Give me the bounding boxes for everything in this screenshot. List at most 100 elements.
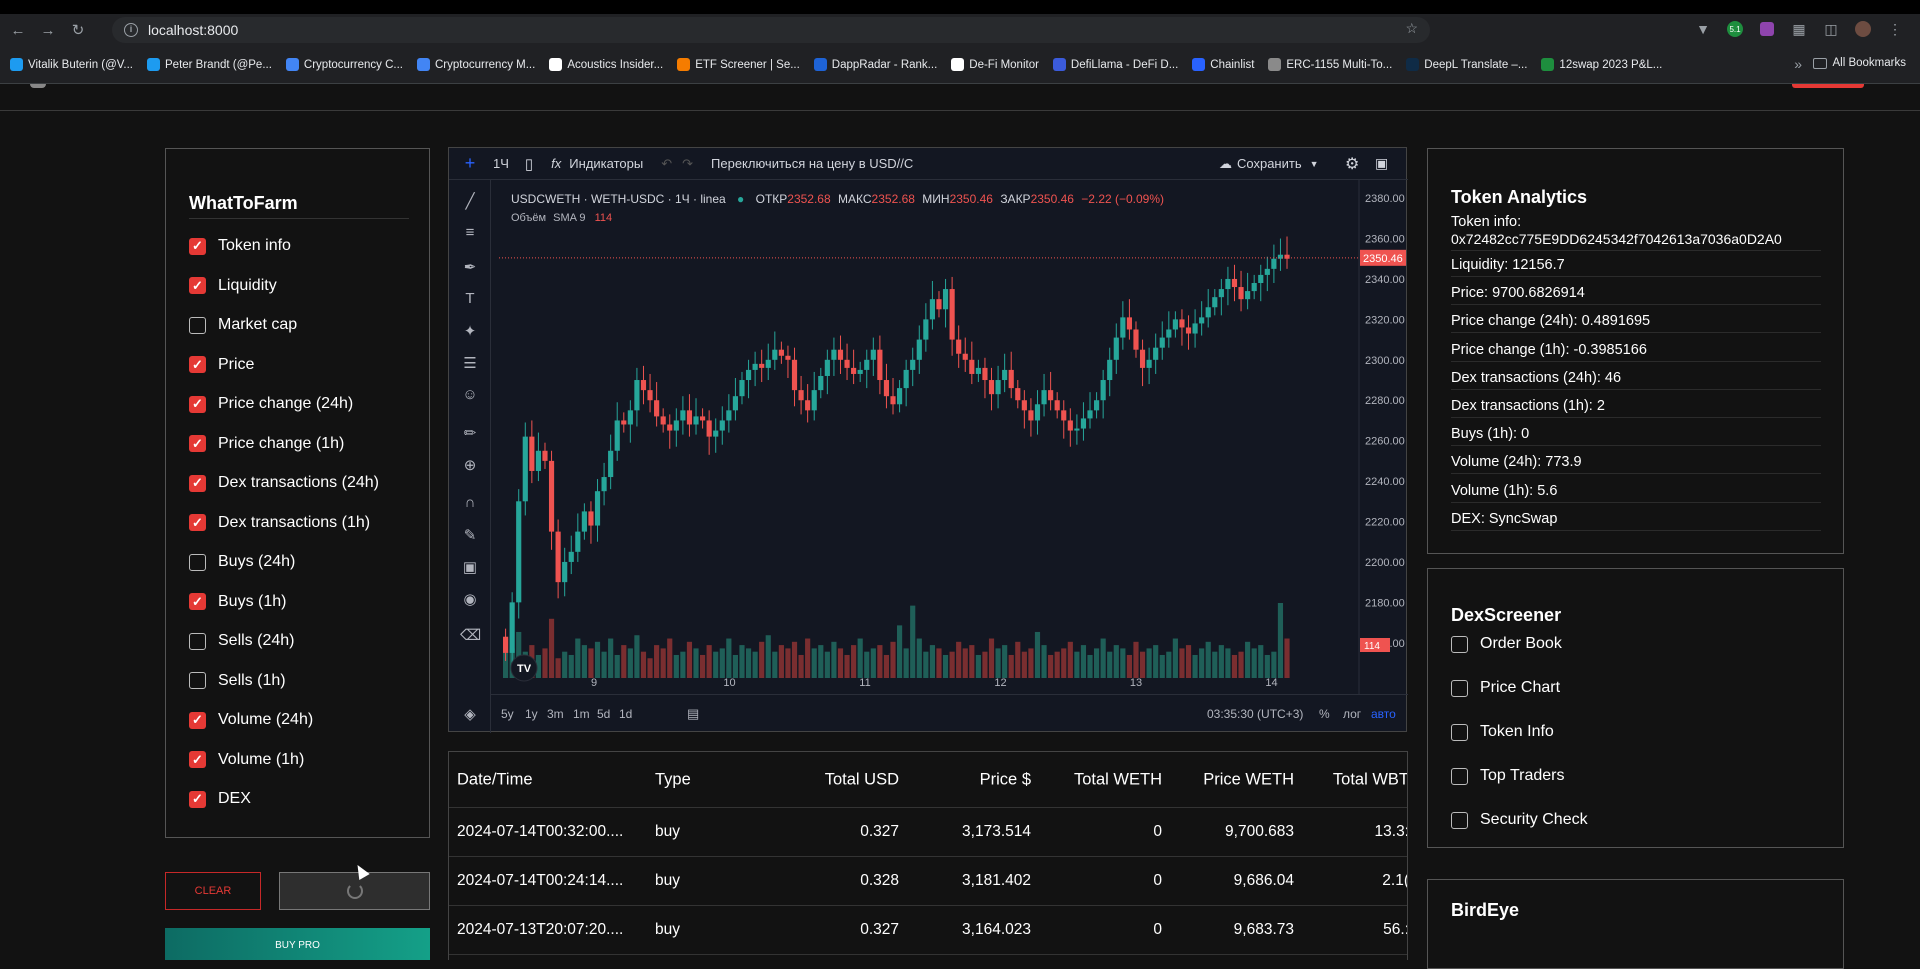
checkbox-checked-icon[interactable]: ✓ <box>189 356 206 373</box>
bookmark-item[interactable]: DeepL Translate –... <box>1406 58 1527 71</box>
bookmark-item[interactable]: De-Fi Monitor <box>951 58 1039 71</box>
checkbox-row[interactable]: Price Chart <box>1451 679 1560 697</box>
bookmark-item[interactable]: Cryptocurrency C... <box>285 58 403 71</box>
checkbox-row[interactable]: ✓ Token info <box>189 237 291 255</box>
checkbox-checked-icon[interactable]: ✓ <box>189 435 206 452</box>
profile-avatar-icon[interactable] <box>1852 18 1874 40</box>
bookmark-item[interactable]: Acoustics Insider... <box>549 58 663 71</box>
percent-toggle[interactable]: % <box>1319 707 1330 721</box>
bookmark-item[interactable]: Chainlist <box>1192 58 1254 71</box>
table-row[interactable]: 2024-07-13T20:07:20.... buy 0.327 3,164.023… <box>449 906 1407 955</box>
extension-badge-icon[interactable]: 5.1 <box>1724 18 1746 40</box>
table-row[interactable]: 2024-07-14T00:32:00.... buy 0.327 3,173.514… <box>449 808 1407 857</box>
checkbox-unchecked-icon[interactable] <box>1451 723 1468 741</box>
address-bar[interactable]: i localhost:8000 ☆ <box>112 17 1430 43</box>
checkbox-checked-icon[interactable]: ✓ <box>189 237 206 255</box>
buy-pro-button[interactable]: BUY PRO <box>165 928 430 960</box>
checkbox-row[interactable]: ✓ Volume (1h) <box>189 751 304 769</box>
extension-arrow-icon[interactable]: ▼ <box>1692 18 1714 40</box>
checkbox-checked-icon[interactable]: ✓ <box>189 790 206 808</box>
checkbox-unchecked-icon[interactable] <box>189 316 206 334</box>
checkbox-row[interactable]: ✓ Dex transactions (24h) <box>189 474 379 492</box>
bookmark-star-icon[interactable]: ☆ <box>1405 20 1418 37</box>
checkbox-unchecked-icon[interactable] <box>1451 679 1468 697</box>
bookmark-item[interactable]: DappRadar - Rank... <box>813 58 937 71</box>
candle <box>929 280 935 330</box>
checkbox-row[interactable]: Sells (24h) <box>189 632 294 650</box>
bookmarks-overflow-icon[interactable]: » <box>1794 56 1802 72</box>
volume-bar <box>581 645 587 678</box>
checkbox-unchecked-icon[interactable] <box>189 553 206 571</box>
checkbox-checked-icon[interactable]: ✓ <box>189 711 206 729</box>
timeframe-button[interactable]: 1y <box>525 707 538 721</box>
analytics-line: Buys (1h): 0 <box>1451 426 1821 447</box>
timeframe-button[interactable]: 5y <box>501 707 514 721</box>
bookmark-item[interactable]: 12swap 2023 P&L... <box>1541 58 1662 71</box>
checkbox-row[interactable]: ✓ Price change (1h) <box>189 435 344 453</box>
back-icon[interactable]: ← <box>6 18 30 42</box>
checkbox-row[interactable]: ✓ Volume (24h) <box>189 711 313 729</box>
checkbox-row[interactable]: Top Traders <box>1451 767 1564 785</box>
checkbox-row[interactable]: ✓ Price <box>189 356 254 374</box>
checkbox-unchecked-icon[interactable] <box>189 672 206 689</box>
checkbox-checked-icon[interactable]: ✓ <box>189 751 206 768</box>
volume-bar <box>1041 645 1047 678</box>
menu-kebab-icon[interactable]: ⋮ <box>1884 18 1906 40</box>
extension-purple-icon[interactable] <box>1756 18 1778 40</box>
tradingview-chart[interactable]: + 1Ч ▯ fx Индикаторы ↶ ↷ Переключиться н… <box>448 147 1408 733</box>
checkbox-checked-icon[interactable]: ✓ <box>189 593 206 610</box>
checkbox-checked-icon[interactable]: ✓ <box>189 277 206 294</box>
timeframe-button[interactable]: 1m <box>573 707 590 721</box>
reload-icon[interactable]: ↻ <box>66 18 90 42</box>
table-row[interactable]: 2024-07-14T00:24:14.... buy 0.328 3,181.402… <box>449 857 1407 906</box>
checkbox-row[interactable]: Order Book <box>1451 635 1562 653</box>
site-info-icon[interactable]: i <box>124 23 138 37</box>
all-bookmarks-button[interactable]: All Bookmarks <box>1812 57 1906 69</box>
log-toggle[interactable]: лог <box>1343 707 1361 721</box>
checkbox-checked-icon[interactable]: ✓ <box>189 395 206 413</box>
bookmark-item[interactable]: ERC-1155 Multi-To... <box>1268 58 1392 71</box>
extensions-puzzle-icon[interactable]: ▦ <box>1788 18 1810 40</box>
checkbox-row[interactable]: ✓ Price change (24h) <box>189 395 353 413</box>
candle <box>1139 339 1146 387</box>
bookmark-item[interactable]: Vitalik Buterin (@V... <box>10 58 133 71</box>
candle <box>1015 380 1021 409</box>
table-cell: 2024-07-14T00:32:00.... <box>457 823 624 840</box>
checkbox-row[interactable]: ✓ Buys (1h) <box>189 593 286 611</box>
bookmark-item[interactable]: Peter Brandt (@Pe... <box>147 58 272 71</box>
bookmark-item[interactable]: ETF Screener | Se... <box>677 58 800 71</box>
bookmark-item[interactable]: Cryptocurrency M... <box>416 58 535 71</box>
checkbox-checked-icon[interactable]: ✓ <box>189 474 206 492</box>
checkbox-row[interactable]: Market cap <box>189 316 297 334</box>
checkbox-row[interactable]: ✓ Dex transactions (1h) <box>189 514 370 532</box>
y-tick-label: 2300.00 <box>1365 355 1405 367</box>
auto-toggle[interactable]: авто <box>1371 707 1396 721</box>
sidebar-icon[interactable]: ◫ <box>1820 18 1842 40</box>
checkbox-checked-icon[interactable]: ✓ <box>189 514 206 531</box>
checkbox-unchecked-icon[interactable] <box>189 632 206 650</box>
forward-icon[interactable]: → <box>36 18 60 42</box>
header-action-button[interactable] <box>1792 84 1864 88</box>
checkbox-row[interactable]: Token Info <box>1451 723 1554 741</box>
timeframe-button[interactable]: 5d <box>597 707 610 721</box>
checkbox-unchecked-icon[interactable] <box>1451 635 1468 653</box>
volume-bar <box>1179 648 1185 678</box>
clear-button[interactable]: CLEAR <box>165 872 261 910</box>
candle <box>516 489 522 619</box>
apply-button[interactable] <box>279 872 430 910</box>
checkbox-row[interactable]: Security Check <box>1451 811 1588 829</box>
checkbox-unchecked-icon[interactable] <box>1451 767 1468 785</box>
date-range-icon[interactable]: ▤ <box>687 706 699 722</box>
dexscreener-panel: DexScreener Order Book Price Chart Token I… <box>1427 568 1844 848</box>
bookmark-item[interactable]: DefiLlama - DeFi D... <box>1052 58 1178 71</box>
checkbox-row[interactable]: Sells (1h) <box>189 672 286 690</box>
timeframe-button[interactable]: 1d <box>619 707 632 721</box>
price-plot[interactable]: 2380.00 2360.00 2340.00 2320.00 2300.00 2280.… <box>449 148 1408 733</box>
candle <box>693 398 699 435</box>
checkbox-unchecked-icon[interactable] <box>1451 811 1468 829</box>
checkbox-row[interactable]: ✓ DEX <box>189 790 251 808</box>
checkbox-row[interactable]: ✓ Liquidity <box>189 277 277 295</box>
checkbox-row[interactable]: Buys (24h) <box>189 553 295 571</box>
timeframe-button[interactable]: 3m <box>547 707 564 721</box>
volume-bar <box>824 651 830 678</box>
